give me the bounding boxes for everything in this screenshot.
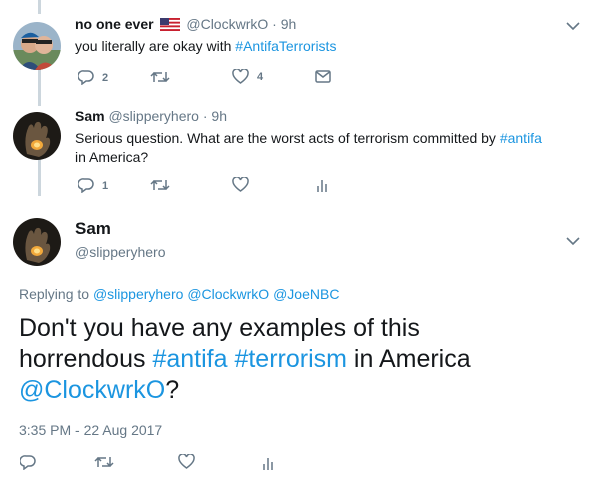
reply-icon bbox=[78, 178, 94, 193]
timestamp[interactable]: 9h bbox=[281, 16, 297, 32]
display-name[interactable]: Sam bbox=[75, 219, 111, 239]
analytics-button[interactable] bbox=[316, 178, 328, 193]
tweet-text-plain: ? bbox=[165, 376, 180, 404]
chevron-down-icon[interactable] bbox=[566, 21, 580, 31]
analytics-button[interactable] bbox=[262, 456, 274, 471]
reply-icon bbox=[78, 70, 94, 85]
tweet-text: Serious question. What are the worst act… bbox=[75, 129, 542, 167]
tweet-timestamp[interactable]: 3:35 PM - 22 Aug 2017 bbox=[19, 422, 162, 438]
like-count: 4 bbox=[257, 70, 264, 83]
message-icon bbox=[315, 70, 331, 83]
chevron-down-icon[interactable] bbox=[566, 236, 580, 246]
thread-line-top bbox=[38, 0, 41, 14]
analytics-icon bbox=[263, 458, 273, 470]
mention-link[interactable]: @ClockwrkO bbox=[187, 286, 269, 302]
retweet-button[interactable] bbox=[150, 70, 170, 84]
retweet-button[interactable] bbox=[94, 455, 114, 469]
retweet-icon bbox=[94, 456, 114, 468]
reply-button[interactable] bbox=[20, 455, 36, 470]
thread-line-2 bbox=[38, 158, 41, 196]
handle[interactable]: @slipperyhero bbox=[75, 244, 165, 260]
reply-button[interactable]: 2 bbox=[78, 70, 108, 85]
mention-link[interactable]: @ClockwrkO bbox=[19, 376, 165, 404]
thread-line-1 bbox=[38, 68, 41, 106]
reply-button[interactable]: 1 bbox=[78, 178, 108, 193]
like-button[interactable]: 4 bbox=[232, 69, 263, 84]
tweet-text: you literally are okay with #AntifaTerro… bbox=[75, 38, 336, 54]
reply-count: 2 bbox=[102, 71, 109, 84]
retweet-icon bbox=[150, 179, 170, 191]
tweet-text-plain: horrendous bbox=[19, 345, 153, 373]
display-name[interactable]: no one ever bbox=[75, 16, 154, 32]
like-button[interactable] bbox=[178, 454, 195, 469]
hashtag-link[interactable]: #terrorism bbox=[234, 345, 347, 373]
like-icon bbox=[232, 177, 249, 192]
timestamp[interactable]: 9h bbox=[211, 108, 227, 124]
tweet-text-line1: Don't you have any examples of this bbox=[19, 314, 420, 342]
reply-count: 1 bbox=[102, 179, 109, 192]
avatar[interactable] bbox=[13, 112, 61, 160]
reply-icon bbox=[20, 455, 36, 470]
replying-to: Replying to @slipperyhero @ClockwrkO @Jo… bbox=[19, 286, 339, 302]
mention-link[interactable]: @slipperyhero bbox=[93, 286, 183, 302]
hashtag-link[interactable]: #AntifaTerrorists bbox=[235, 38, 336, 54]
retweet-icon bbox=[150, 71, 170, 83]
like-icon bbox=[232, 69, 249, 84]
us-flag-icon bbox=[160, 18, 181, 34]
avatar[interactable] bbox=[13, 218, 61, 266]
tweet-text-plain: you literally are okay with bbox=[75, 38, 236, 54]
message-button[interactable] bbox=[315, 70, 331, 83]
tweet-text-plain: Serious question. What are the worst act… bbox=[75, 130, 500, 146]
hashtag-link[interactable]: #antifa bbox=[500, 130, 542, 146]
mention-link[interactable]: @JoeNBC bbox=[273, 286, 339, 302]
retweet-button[interactable] bbox=[150, 178, 170, 192]
display-name[interactable]: Sam bbox=[75, 108, 105, 124]
analytics-icon bbox=[317, 180, 327, 192]
handle[interactable]: @ClockwrkO bbox=[186, 16, 268, 32]
like-icon bbox=[178, 454, 195, 469]
replying-label: Replying to bbox=[19, 286, 90, 302]
tweet-text-line2: in America? bbox=[75, 149, 149, 165]
avatar[interactable] bbox=[13, 22, 61, 70]
hashtag-link[interactable]: #antifa bbox=[152, 345, 227, 373]
tweet-text: Don't you have any examples of this horr… bbox=[19, 313, 471, 406]
handle[interactable]: @slipperyhero bbox=[108, 108, 198, 124]
tweet-text-plain: in America bbox=[346, 345, 471, 373]
like-button[interactable] bbox=[232, 177, 249, 192]
